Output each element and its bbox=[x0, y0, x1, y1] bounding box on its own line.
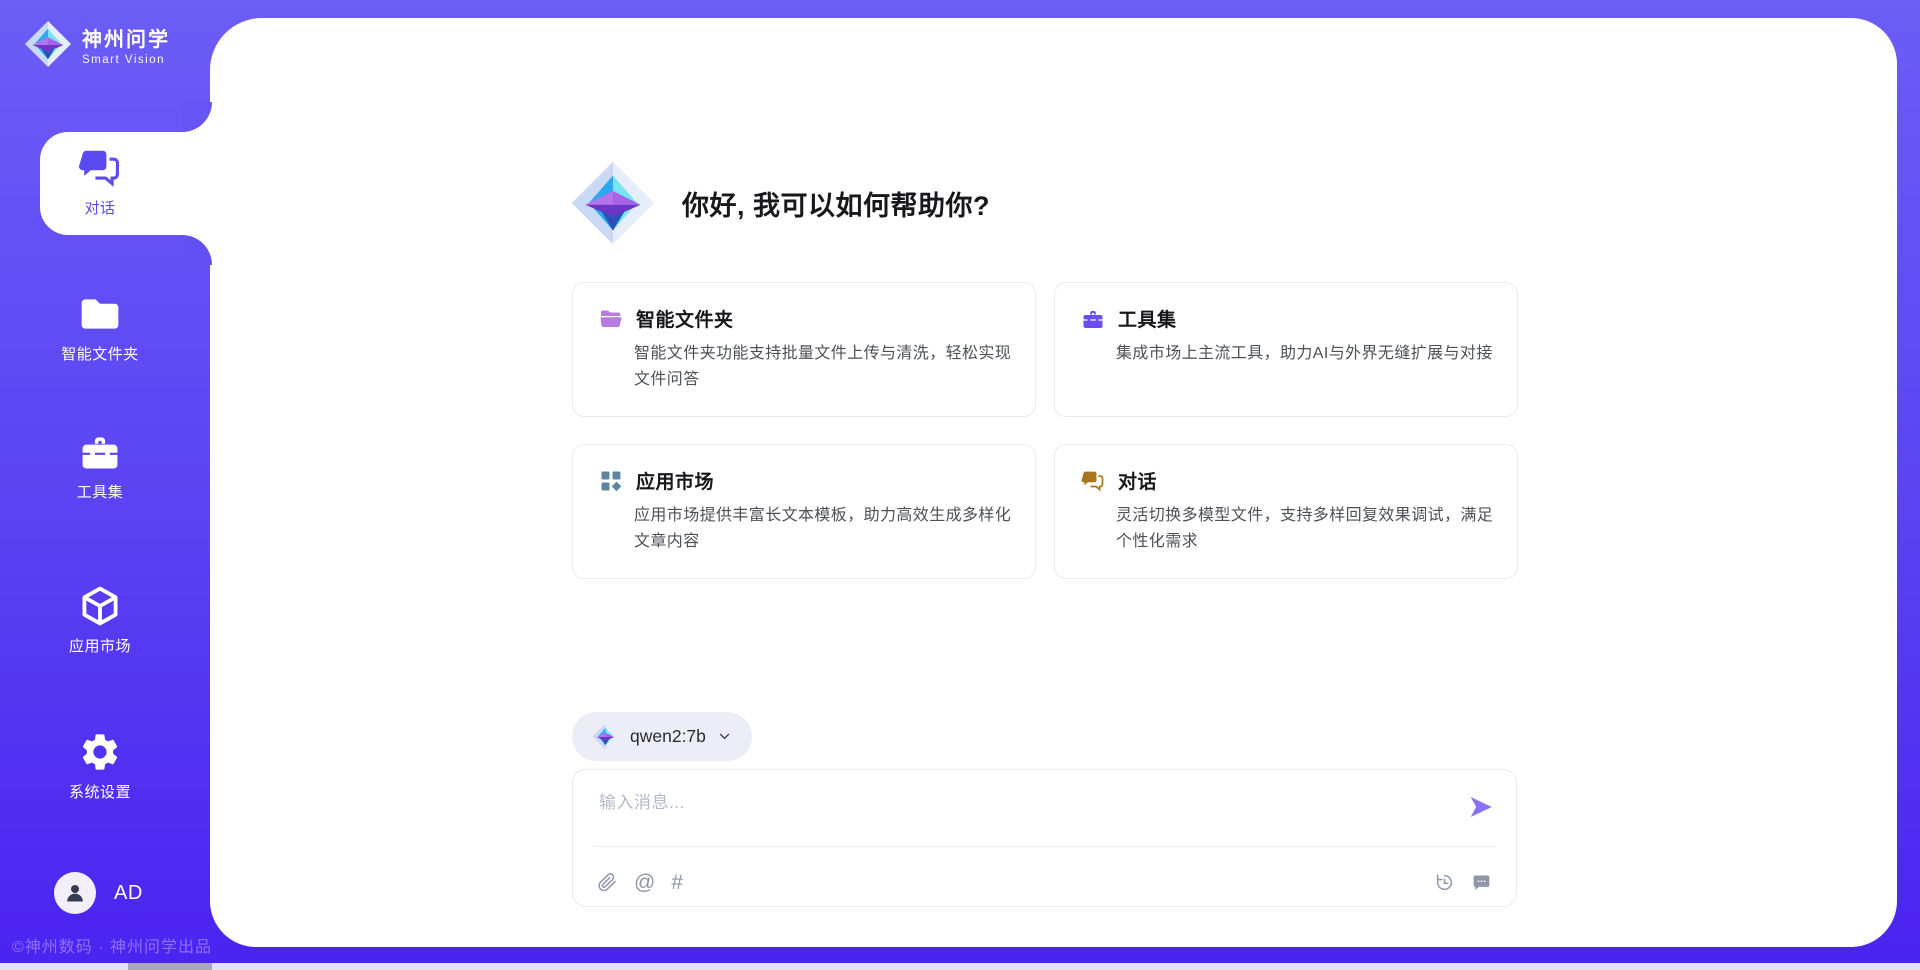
card-description: 应用市场提供丰富长文本模板，助力高效生成多样化文章内容 bbox=[634, 503, 1013, 554]
history-icon[interactable] bbox=[1434, 872, 1455, 893]
user-initials: AD bbox=[114, 882, 143, 905]
greeting: 你好, 我可以如何帮助你? bbox=[570, 160, 990, 246]
avatar bbox=[54, 872, 96, 914]
sidebar-item-label: 智能文件夹 bbox=[61, 343, 139, 364]
sidebar-item-label: 应用市场 bbox=[69, 635, 131, 656]
message-composer: @ # bbox=[572, 769, 1517, 907]
greeting-diamond-icon bbox=[570, 160, 656, 246]
brand-diamond-icon bbox=[24, 20, 72, 68]
sidebar-item-label: 系统设置 bbox=[69, 781, 131, 802]
toolbox-icon bbox=[78, 430, 122, 474]
card-description: 灵活切换多模型文件，支持多样回复效果调试，满足个性化需求 bbox=[1116, 503, 1495, 554]
brand-name: 神州问学 bbox=[82, 23, 170, 52]
brand-logo: 神州问学 Smart Vision bbox=[24, 20, 170, 68]
chevron-down-icon bbox=[717, 729, 732, 744]
model-name: qwen2:7b bbox=[630, 726, 706, 747]
send-icon[interactable] bbox=[1468, 794, 1494, 820]
sidebar-item-app-market[interactable]: 应用市场 bbox=[0, 584, 200, 656]
message-input[interactable] bbox=[573, 770, 1516, 844]
model-selector[interactable]: qwen2:7b bbox=[572, 712, 752, 761]
mention-icon[interactable]: @ bbox=[634, 872, 655, 893]
composer-divider bbox=[593, 846, 1496, 847]
composer-toolbar: @ # bbox=[597, 872, 1492, 893]
brand-subtitle: Smart Vision bbox=[82, 54, 170, 66]
card-smart-folder[interactable]: 智能文件夹 智能文件夹功能支持批量文件上传与清洗，轻松实现文件问答 bbox=[572, 282, 1036, 417]
tab-fillet-bottom bbox=[182, 235, 212, 265]
tab-fillet-top bbox=[182, 102, 212, 132]
cube-icon bbox=[78, 584, 122, 628]
card-description: 集成市场上主流工具，助力AI与外界无缝扩展与对接 bbox=[1116, 341, 1495, 367]
sidebar-item-chat[interactable]: 对话 bbox=[0, 146, 200, 218]
sidebar-item-settings[interactable]: 系统设置 bbox=[0, 730, 200, 802]
attach-icon[interactable] bbox=[597, 872, 618, 893]
model-diamond-icon bbox=[592, 723, 619, 750]
card-title: 工具集 bbox=[1118, 305, 1177, 332]
chat-icon bbox=[1081, 469, 1105, 493]
toolbox-icon bbox=[1081, 307, 1105, 331]
folder-open-icon bbox=[599, 307, 623, 331]
card-chat[interactable]: 对话 灵活切换多模型文件，支持多样回复效果调试，满足个性化需求 bbox=[1054, 444, 1518, 579]
user-account[interactable]: AD bbox=[54, 872, 143, 914]
feature-cards: 智能文件夹 智能文件夹功能支持批量文件上传与清洗，轻松实现文件问答 工具集 集成… bbox=[572, 282, 1518, 579]
chat-icon bbox=[78, 146, 122, 190]
greeting-title: 你好, 我可以如何帮助你? bbox=[682, 184, 990, 223]
sidebar-item-smart-folder[interactable]: 智能文件夹 bbox=[0, 292, 200, 364]
person-icon bbox=[62, 880, 88, 906]
card-title: 应用市场 bbox=[636, 467, 714, 494]
card-toolset[interactable]: 工具集 集成市场上主流工具，助力AI与外界无缝扩展与对接 bbox=[1054, 282, 1518, 417]
card-title: 智能文件夹 bbox=[636, 305, 734, 332]
os-edge-strip bbox=[0, 963, 1920, 970]
sidebar-item-label: 工具集 bbox=[77, 481, 124, 502]
message-square-icon[interactable] bbox=[1471, 872, 1492, 893]
sidebar-item-toolset[interactable]: 工具集 bbox=[0, 430, 200, 502]
card-app-market[interactable]: 应用市场 应用市场提供丰富长文本模板，助力高效生成多样化文章内容 bbox=[572, 444, 1036, 579]
app-root: 神州问学 Smart Vision 对话 智能文件夹 工具集 应用市场 系统设置… bbox=[0, 0, 1920, 970]
gear-icon bbox=[78, 730, 122, 774]
sidebar-item-label: 对话 bbox=[84, 197, 115, 218]
copyright-text: ©神州数码 · 神州问学出品 bbox=[12, 933, 212, 957]
card-title: 对话 bbox=[1118, 467, 1157, 494]
hashtag-icon[interactable]: # bbox=[671, 872, 683, 893]
folder-icon bbox=[78, 292, 122, 336]
grid-icon bbox=[599, 469, 623, 493]
card-description: 智能文件夹功能支持批量文件上传与清洗，轻松实现文件问答 bbox=[634, 341, 1013, 392]
